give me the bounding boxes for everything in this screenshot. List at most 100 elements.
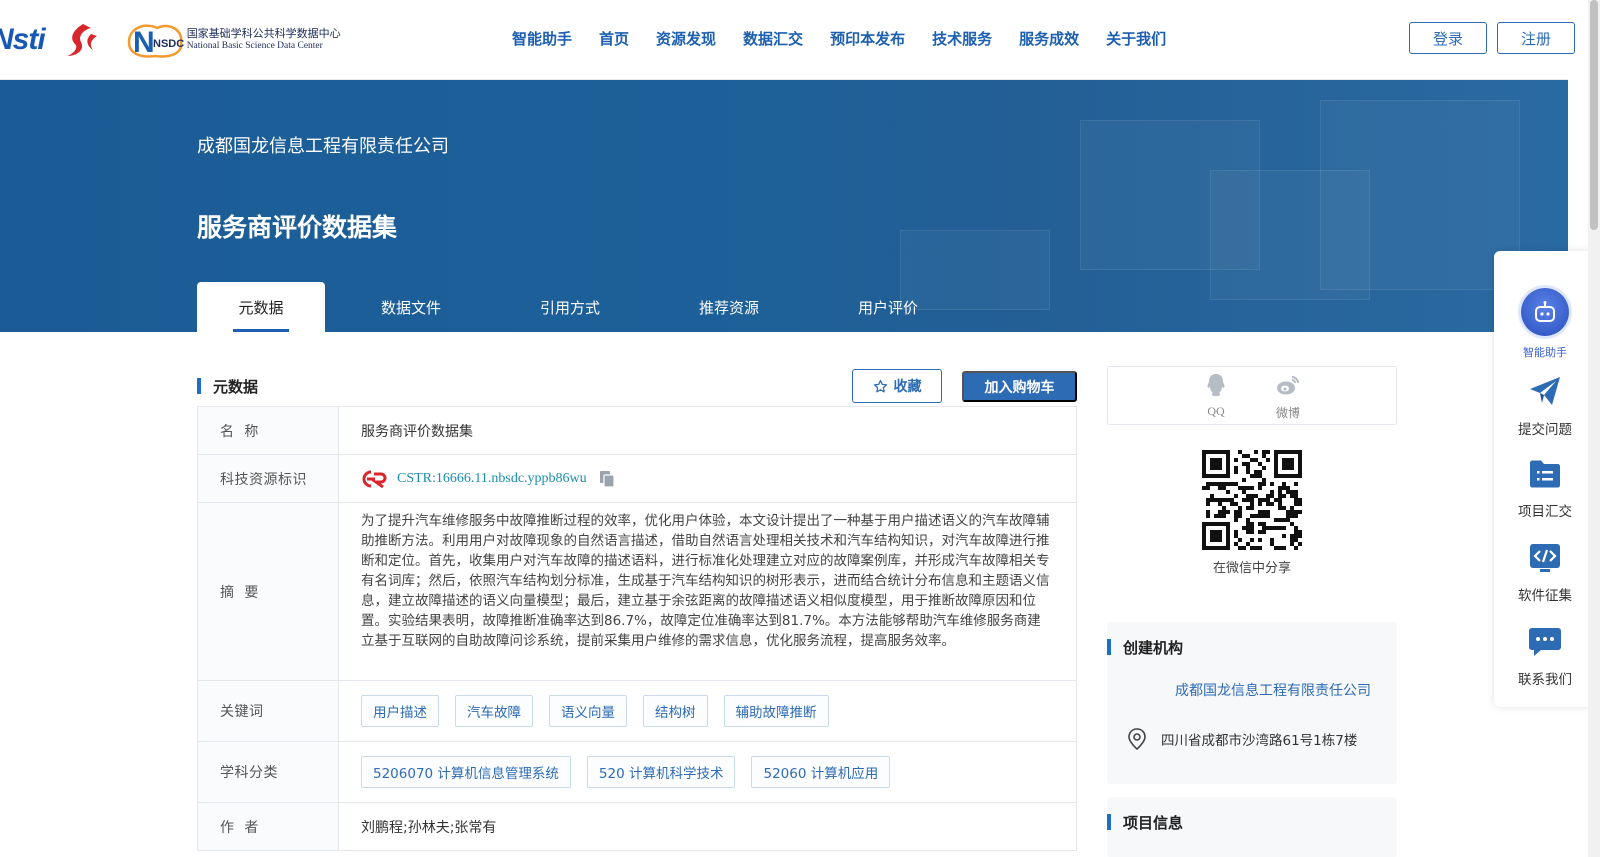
nsdc-badge-icon: N NSDC xyxy=(127,24,184,59)
row-label-keywords: 关键词 xyxy=(198,681,339,741)
nav-item-assistant[interactable]: 智能助手 xyxy=(512,28,572,49)
nav-item-discover[interactable]: 资源发现 xyxy=(656,28,716,49)
dataset-title: 服务商评价数据集 xyxy=(197,213,398,242)
keyword-tag[interactable]: 辅助故障推断 xyxy=(723,695,829,727)
scrollbar-thumb[interactable] xyxy=(1590,0,1598,230)
tool-submit-question[interactable]: 提交问题 xyxy=(1494,375,1596,438)
nav-item-preprint[interactable]: 预印本发布 xyxy=(830,28,905,49)
nav-item-about[interactable]: 关于我们 xyxy=(1106,28,1166,49)
favorite-label: 收藏 xyxy=(893,379,922,395)
copy-icon[interactable] xyxy=(599,470,615,488)
table-row: 摘 要 为了提升汽车维修服务中故障推断过程的效率，优化用户体验，本文设计提出了一… xyxy=(198,503,1076,681)
site-header: Nsti N NSDC 国家基础学科公共科学数据中心 National Basi… xyxy=(0,0,1575,80)
tool-assistant-label: 智能助手 xyxy=(1523,346,1567,359)
share-qq[interactable]: QQ xyxy=(1196,373,1236,419)
row-label-identifier: 科技资源标识 xyxy=(198,455,339,502)
share-weibo[interactable]: 微博 xyxy=(1268,373,1308,421)
nav-item-data-submit[interactable]: 数据汇交 xyxy=(743,28,803,49)
cstr-identifier-link[interactable]: CSTR:16666.11.nbsdc.yppb86wu xyxy=(397,471,587,487)
share-qq-label: QQ xyxy=(1207,404,1225,418)
wechat-share-caption: 在微信中分享 xyxy=(1212,561,1291,576)
tool-software-label: 软件征集 xyxy=(1518,588,1572,604)
paper-plane-icon xyxy=(1530,377,1560,405)
keyword-list: 用户描述 汽车故障 语义向量 结构树 辅助故障推断 xyxy=(339,681,1076,741)
page-scrollbar[interactable] xyxy=(1588,0,1600,857)
metadata-section-title: 元数据 xyxy=(213,377,259,396)
creator-panel-header: 创建机构 xyxy=(1107,632,1397,662)
star-icon xyxy=(873,379,887,392)
register-button[interactable]: 注册 xyxy=(1497,22,1575,54)
project-panel-header: 项目信息 xyxy=(1107,807,1397,837)
row-value-author: 刘鹏程;孙林夫;张常有 xyxy=(361,819,497,836)
subject-tag[interactable]: 520 计算机科学技术 xyxy=(586,756,736,788)
subject-tag[interactable]: 5206070 计算机信息管理系统 xyxy=(361,756,571,788)
table-row: 作 者 刘鹏程;孙林夫;张常有 xyxy=(198,803,1076,851)
creator-org-link[interactable]: 成都国龙信息工程有限责任公司 xyxy=(1175,680,1397,700)
row-label-author: 作 者 xyxy=(198,803,339,850)
tool-contact-label: 联系我们 xyxy=(1518,672,1572,688)
creator-address: 四川省成都市沙湾路61号1栋7楼 xyxy=(1127,728,1397,750)
nsdc-text: 国家基础学科公共科学数据中心 National Basic Science Da… xyxy=(187,27,341,53)
table-row: 关键词 用户描述 汽车故障 语义向量 结构树 辅助故障推断 xyxy=(198,681,1076,742)
section-accent-bar xyxy=(1107,639,1111,655)
row-label-abstract: 摘 要 xyxy=(198,503,339,680)
nav-item-results[interactable]: 服务成效 xyxy=(1019,28,1079,49)
swirl-logo-icon[interactable] xyxy=(61,20,101,60)
svg-text:N: N xyxy=(133,26,155,59)
nsdc-logo[interactable]: N NSDC 国家基础学科公共科学数据中心 National Basic Sci… xyxy=(125,20,341,60)
svg-text:NSDC: NSDC xyxy=(153,38,184,50)
row-value-abstract: 为了提升汽车维修服务中故障推断过程的效率，优化用户体验，本文设计提出了一种基于用… xyxy=(361,513,1050,649)
tool-software-collect[interactable]: 软件征集 xyxy=(1494,543,1596,604)
favorite-button[interactable]: 收藏 xyxy=(852,369,942,403)
share-weibo-label: 微博 xyxy=(1275,406,1300,420)
keyword-tag[interactable]: 汽车故障 xyxy=(455,695,533,727)
nav-item-tech-service[interactable]: 技术服务 xyxy=(932,28,992,49)
metadata-table: 名 称 服务商评价数据集 科技资源标识 CSTR:16666.11.nbsdc.… xyxy=(197,406,1077,851)
nsdc-name-en: National Basic Science Data Center xyxy=(186,41,323,51)
login-button[interactable]: 登录 xyxy=(1409,22,1487,54)
cstr-logo-icon xyxy=(362,470,387,488)
keyword-tag[interactable]: 语义向量 xyxy=(549,695,627,727)
section-accent-bar xyxy=(197,378,201,394)
qq-icon xyxy=(1207,374,1225,396)
nstl-logo[interactable]: Nsti xyxy=(0,23,46,57)
folder-list-icon xyxy=(1530,460,1560,488)
nav-item-home[interactable]: 首页 xyxy=(599,28,629,49)
creator-panel: 创建机构 成都国龙信息工程有限责任公司 四川省成都市沙湾路61号1栋7楼 xyxy=(1107,622,1397,784)
main-nav: 智能助手 首页 资源发现 数据汇交 预印本发布 技术服务 服务成效 关于我们 xyxy=(512,28,1193,49)
logo-group[interactable]: Nsti N NSDC 国家基础学科公共科学数据中心 National Basi… xyxy=(0,18,341,62)
row-value-name: 服务商评价数据集 xyxy=(361,423,473,440)
banner-org-name: 成都国龙信息工程有限责任公司 xyxy=(197,136,449,157)
table-row: 名 称 服务商评价数据集 xyxy=(198,407,1076,455)
project-panel: 项目信息 xyxy=(1107,797,1397,857)
share-box: QQ 微博 xyxy=(1107,366,1397,425)
tab-recommended[interactable]: 推荐资源 xyxy=(643,282,815,332)
weibo-icon xyxy=(1277,376,1299,395)
row-label-name: 名 称 xyxy=(198,407,339,454)
tab-user-reviews[interactable]: 用户评价 xyxy=(815,282,961,332)
creator-panel-title: 创建机构 xyxy=(1123,638,1184,657)
keyword-tag[interactable]: 用户描述 xyxy=(361,695,439,727)
floating-toolbar: 智能助手 提交问题 项目汇交 软件征集 联系我们 xyxy=(1494,251,1596,707)
tab-data-files[interactable]: 数据文件 xyxy=(325,282,497,332)
tab-metadata[interactable]: 元数据 xyxy=(197,282,325,332)
tool-assistant[interactable]: 智能助手 xyxy=(1494,288,1596,360)
table-row: 学科分类 5206070 计算机信息管理系统 520 计算机科学技术 52060… xyxy=(198,742,1076,803)
tool-project-submit[interactable]: 项目汇交 xyxy=(1494,459,1596,520)
wechat-qr-code xyxy=(1202,450,1302,550)
dataset-banner: 成都国龙信息工程有限责任公司 服务商评价数据集 元数据 数据文件 引用方式 推荐… xyxy=(0,80,1568,332)
keyword-tag[interactable]: 结构树 xyxy=(643,695,708,727)
row-label-subject: 学科分类 xyxy=(198,742,339,802)
robot-icon xyxy=(1521,288,1569,336)
subject-tag[interactable]: 52060 计算机应用 xyxy=(751,756,891,788)
location-pin-icon xyxy=(1128,728,1146,750)
tool-submit-label: 提交问题 xyxy=(1518,422,1572,438)
row-value-identifier: CSTR:16666.11.nbsdc.yppb86wu xyxy=(339,455,1076,502)
nsdc-name-cn: 国家基础学科公共科学数据中心 xyxy=(186,27,341,40)
tool-contact-us[interactable]: 联系我们 xyxy=(1494,627,1596,688)
dataset-tabs: 元数据 数据文件 引用方式 推荐资源 用户评价 xyxy=(197,282,961,332)
section-accent-bar xyxy=(1107,814,1111,830)
metadata-section-header: 元数据 xyxy=(197,371,258,401)
tab-citation[interactable]: 引用方式 xyxy=(497,282,643,332)
add-to-cart-button[interactable]: 加入购物车 xyxy=(962,371,1077,402)
